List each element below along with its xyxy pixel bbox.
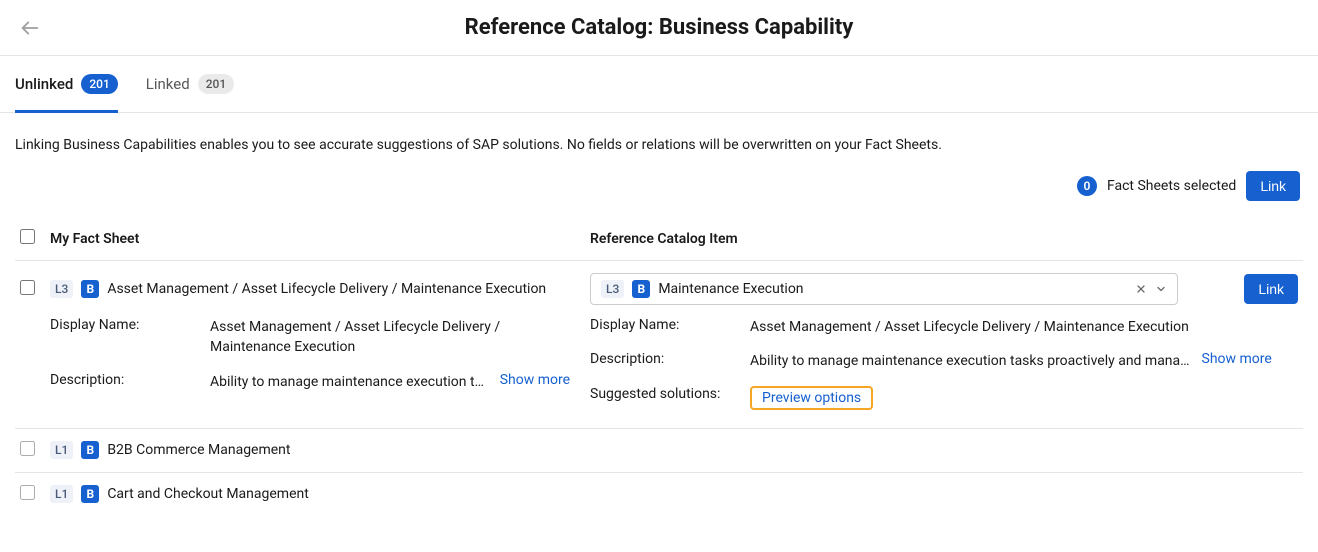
selected-label: Fact Sheets selected [1107,178,1236,194]
column-header-factsheet: My Fact Sheet [50,231,590,247]
table-row: L3 B Asset Management / Asset Lifecycle … [15,261,1303,429]
factsheet-name: B2B Commerce Management [107,442,290,458]
page-header: Reference Catalog: Business Capability [0,0,1318,56]
tabs: Unlinked 201 Linked 201 [0,74,1318,113]
back-arrow-icon[interactable] [18,16,42,40]
select-level-chip: L3 [601,280,624,298]
select-type-chip: B [632,280,650,298]
chevron-down-icon[interactable] [1155,283,1167,295]
type-chip: B [81,441,99,459]
display-name-value: Asset Management / Asset Lifecycle Deliv… [750,317,1272,337]
table-row: L1 B Cart and Checkout Management [15,473,1303,516]
display-name-value: Asset Management / Asset Lifecycle Deliv… [210,317,570,358]
link-button-toolbar[interactable]: Link [1246,171,1300,201]
table: My Fact Sheet Reference Catalog Item L3 … [0,219,1318,516]
tab-linked[interactable]: Linked 201 [146,74,234,113]
clear-icon[interactable] [1135,283,1147,295]
info-text: Linking Business Capabilities enables yo… [0,113,1318,171]
selection-toolbar: 0 Fact Sheets selected Link [0,171,1318,219]
catalog-select[interactable]: L3 B Maintenance Execution [590,273,1178,305]
display-name-label: Display Name: [50,317,210,333]
level-chip: L3 [50,280,73,298]
row-details: Display Name: Asset Management / Asset L… [15,317,1303,428]
type-chip: B [81,485,99,503]
display-name-label: Display Name: [590,317,750,333]
suggested-solutions-label: Suggested solutions: [590,386,750,402]
row-link-button[interactable]: Link [1244,274,1298,304]
select-all-checkbox[interactable] [20,229,35,244]
column-header-catalog: Reference Catalog Item [590,231,1238,247]
level-chip: L1 [50,485,73,503]
tab-unlinked[interactable]: Unlinked 201 [15,74,118,113]
row-checkbox[interactable] [20,485,35,500]
row-checkbox[interactable] [20,280,35,295]
factsheet-name: Cart and Checkout Management [107,486,309,502]
show-more-link[interactable]: Show more [500,372,570,388]
tab-unlinked-label: Unlinked [15,75,73,93]
description-label: Description: [50,372,210,388]
preview-options-link[interactable]: Preview options [752,386,871,410]
select-value: Maintenance Execution [658,281,1127,297]
description-value: Ability to manage maintenance execution … [750,351,1190,371]
table-row: L1 B B2B Commerce Management [15,429,1303,473]
description-value: Ability to manage maintenance execution … [210,372,488,392]
type-chip: B [81,280,99,298]
tab-linked-count: 201 [198,74,234,94]
tab-linked-label: Linked [146,75,190,93]
selected-count-badge: 0 [1077,176,1097,196]
description-label: Description: [590,351,750,367]
preview-options-highlight: Preview options [750,386,873,410]
tab-unlinked-count: 201 [81,74,117,94]
level-chip: L1 [50,441,73,459]
row-checkbox[interactable] [20,441,35,456]
factsheet-name: Asset Management / Asset Lifecycle Deliv… [107,281,546,297]
row-title-line: L3 B Asset Management / Asset Lifecycle … [15,261,1303,317]
show-more-link[interactable]: Show more [1202,351,1272,367]
table-header-row: My Fact Sheet Reference Catalog Item [15,219,1303,261]
page-title: Reference Catalog: Business Capability [465,15,854,40]
